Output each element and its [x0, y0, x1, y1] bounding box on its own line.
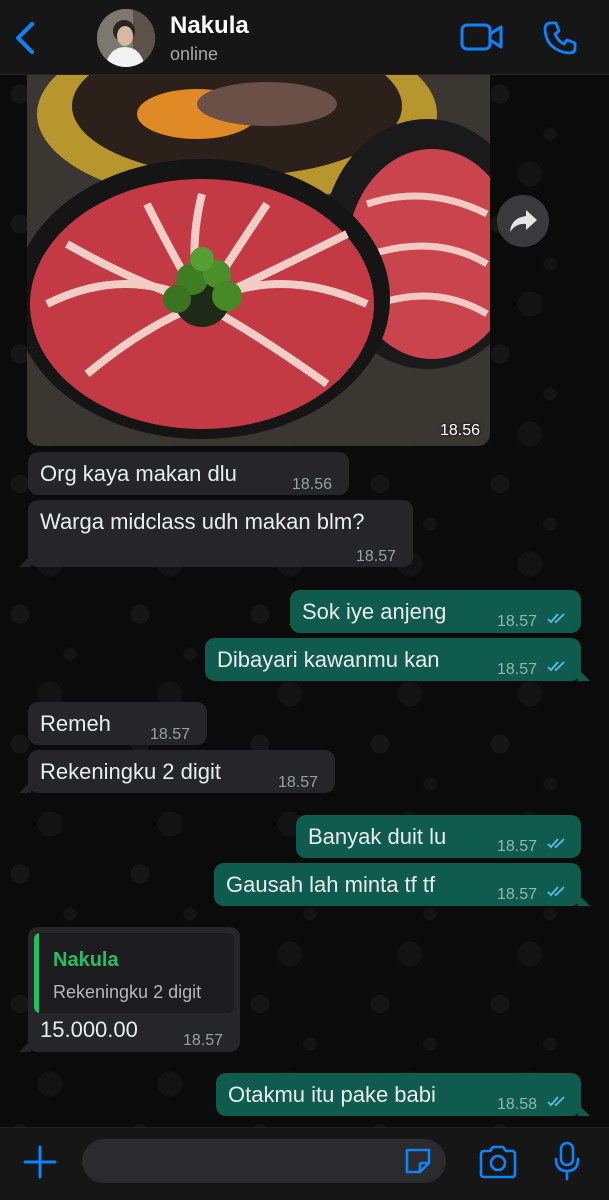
video-call-button[interactable] — [460, 20, 504, 54]
microphone-button[interactable] — [552, 1140, 582, 1182]
forward-button[interactable] — [497, 195, 549, 247]
incoming-message[interactable]: Org kaya makan dlu 18.56 — [28, 452, 349, 495]
outgoing-message[interactable]: Sok iye anjeng 18.57 — [290, 590, 581, 633]
message-input[interactable] — [82, 1139, 446, 1183]
quoted-message[interactable]: Nakula Rekeningku 2 digit — [34, 933, 234, 1013]
voice-call-button[interactable] — [542, 20, 578, 56]
camera-button[interactable] — [478, 1144, 518, 1180]
message-text: Warga midclass udh makan blm? — [40, 509, 365, 534]
chat-header: Nakula online — [0, 0, 609, 75]
message-text: Dibayari kawanmu kan — [217, 647, 440, 672]
plus-icon — [23, 1145, 57, 1179]
chevron-left-icon — [16, 22, 34, 54]
outgoing-message[interactable]: Otakmu itu pake babi 18.58 — [216, 1073, 590, 1116]
message-time: 18.57 — [497, 613, 538, 630]
quoted-sender: Nakula — [53, 949, 119, 971]
microphone-icon — [554, 1141, 580, 1181]
contact-photo — [97, 9, 155, 67]
message-time: 18.58 — [497, 1096, 538, 1113]
read-ticks-icon — [547, 886, 565, 897]
back-button[interactable] — [10, 18, 40, 58]
incoming-reply-message[interactable]: Nakula Rekeningku 2 digit 15.000.00 18.5… — [19, 927, 240, 1052]
message-time: 18.56 — [292, 476, 333, 493]
outgoing-message[interactable]: Dibayari kawanmu kan 18.57 — [205, 638, 590, 681]
incoming-message[interactable]: Remeh 18.57 — [28, 702, 207, 745]
message-text: 15.000.00 — [40, 1017, 138, 1042]
incoming-message[interactable]: Rekeningku 2 digit 18.57 — [19, 750, 335, 793]
contact-status: online — [170, 44, 219, 64]
message-text: Org kaya makan dlu — [40, 461, 237, 486]
message-text: Gausah lah minta tf tf — [226, 872, 436, 897]
outgoing-message[interactable]: Banyak duit lu 18.57 — [296, 815, 581, 858]
sticker-icon — [405, 1148, 431, 1174]
quoted-text: Rekeningku 2 digit — [53, 982, 202, 1002]
forward-icon — [510, 210, 537, 232]
sticker-button[interactable] — [402, 1145, 434, 1177]
message-text: Otakmu itu pake babi — [228, 1082, 436, 1107]
message-time: 18.57 — [183, 1032, 224, 1049]
outgoing-message[interactable]: Gausah lah minta tf tf 18.57 — [214, 863, 590, 906]
camera-icon — [479, 1145, 517, 1179]
read-ticks-icon — [547, 661, 565, 672]
food-photo — [27, 74, 490, 446]
message-time: 18.56 — [439, 422, 480, 439]
message-time: 18.57 — [497, 661, 538, 678]
avatar[interactable] — [97, 9, 155, 67]
attach-button[interactable] — [22, 1144, 58, 1180]
phone-icon — [543, 21, 577, 55]
message-time: 18.57 — [278, 774, 319, 791]
message-time: 18.57 — [150, 726, 191, 743]
message-text: Sok iye anjeng — [302, 599, 447, 624]
read-ticks-icon — [547, 613, 565, 624]
message-time: 18.57 — [497, 886, 538, 903]
message-text: Remeh — [40, 711, 111, 736]
message-text: Banyak duit lu — [308, 824, 447, 849]
message-time: 18.57 — [497, 838, 538, 855]
contact-name[interactable]: Nakula — [170, 12, 249, 40]
read-ticks-icon — [547, 1096, 565, 1107]
quote-bar — [34, 933, 39, 1013]
message-input-bar — [0, 1127, 609, 1200]
message-time: 18.57 — [356, 548, 397, 565]
incoming-message[interactable]: Warga midclass udh makan blm? 18.57 — [19, 500, 413, 567]
video-camera-icon — [460, 23, 503, 51]
image-message[interactable]: 18.56 — [27, 74, 490, 446]
read-ticks-icon — [547, 838, 565, 849]
message-text: Rekeningku 2 digit — [40, 759, 222, 784]
